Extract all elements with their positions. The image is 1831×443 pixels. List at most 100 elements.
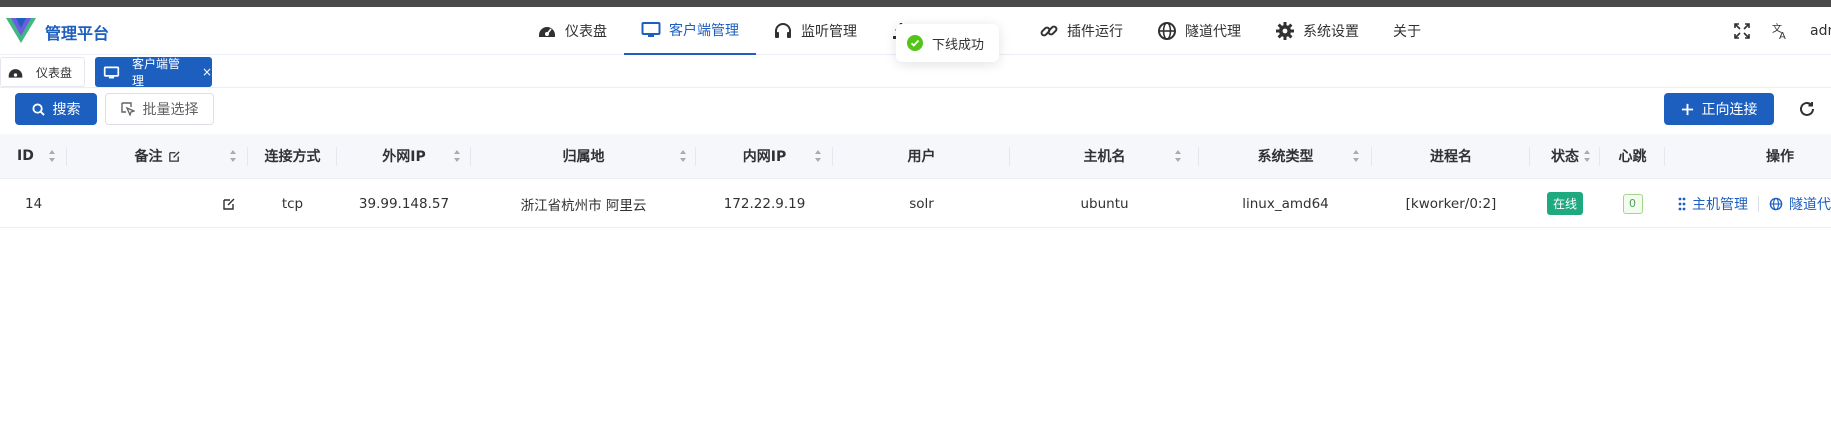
tab-clients[interactable]: 客户端管理 × <box>95 57 212 88</box>
brand-title: 管理平台 <box>45 24 110 43</box>
fullscreen-icon <box>1734 23 1750 39</box>
dashboard-icon <box>8 68 23 78</box>
monitor-icon <box>103 66 120 78</box>
sort-icon[interactable] <box>679 149 687 163</box>
cell-public-ip: 39.99.148.57 <box>358 195 450 212</box>
menu-item-clients[interactable]: 客户端管理 <box>624 7 756 55</box>
edit-icon <box>168 150 180 162</box>
sort-icon[interactable] <box>1352 149 1360 163</box>
refresh-button[interactable] <box>1792 93 1822 125</box>
column-title: 外网IP <box>382 149 426 165</box>
sort-icon[interactable] <box>48 149 56 163</box>
column-title: 进程名 <box>1430 149 1472 165</box>
menu-label: 监听管理 <box>801 24 857 40</box>
fullscreen-button[interactable] <box>1733 7 1751 55</box>
translate-icon: 文A <box>1772 22 1786 40</box>
cell-user: solr <box>909 195 934 212</box>
cell-status: 在线 <box>1530 180 1600 227</box>
user-label: adm <box>1810 23 1831 39</box>
menu-item-settings[interactable]: 系统设置 <box>1258 7 1376 55</box>
tab-label: 客户端管理 <box>131 57 180 88</box>
column-title: 状态 <box>1551 149 1579 165</box>
cell-hostname: ubuntu <box>1080 195 1129 212</box>
sort-icon[interactable] <box>229 149 237 163</box>
column-header-protocol: 连接方式 <box>248 134 337 178</box>
cell-process: [kworker/0:2] <box>1405 195 1497 212</box>
search-button[interactable]: 搜索 <box>15 93 97 125</box>
column-header-status[interactable]: 状态 <box>1530 134 1600 178</box>
sort-icon[interactable] <box>814 149 822 163</box>
toast-message: 下线成功 <box>932 37 985 53</box>
gear-icon <box>1276 22 1294 40</box>
column-title: 内网IP <box>742 149 787 165</box>
sort-icon[interactable] <box>1174 149 1182 163</box>
menu-item-plugins[interactable]: 插件运行 <box>1022 7 1140 55</box>
tab-dashboard[interactable]: 仪表盘 <box>0 57 85 87</box>
column-header-hostname[interactable]: 主机名 <box>1010 134 1199 178</box>
cell-actions: 主机管理 隧道代 <box>1665 180 1831 227</box>
heartbeat-badge: 0 <box>1622 193 1643 214</box>
column-title: 用户 <box>907 149 936 165</box>
language-button[interactable]: 文A <box>1771 7 1789 55</box>
column-title: 连接方式 <box>264 149 321 165</box>
cell-remark <box>67 180 248 227</box>
search-icon <box>31 102 45 116</box>
column-title: 操作 <box>1766 149 1794 165</box>
column-title: 主机名 <box>1083 149 1126 165</box>
menu-label: 客户端管理 <box>669 23 739 39</box>
table-header: ID 备注 连接方式 外网IP 归属地 内网IP 用户 主机名 系统类型 进程名… <box>0 134 1831 179</box>
menu-label: 系统设置 <box>1303 24 1359 40</box>
host-manage-label: 主机管理 <box>1692 196 1748 213</box>
refresh-icon <box>1800 101 1814 116</box>
edit-remark-icon[interactable] <box>222 197 236 211</box>
menu-item-tunnel[interactable]: 隧道代理 <box>1140 7 1258 55</box>
tab-bar: 仪表盘 客户端管理 × <box>0 56 1831 88</box>
tunnel-proxy-label: 隧道代 <box>1789 196 1831 213</box>
column-header-public-ip[interactable]: 外网IP <box>337 134 471 178</box>
column-header-os-type[interactable]: 系统类型 <box>1199 134 1372 178</box>
sort-icon[interactable] <box>1583 149 1591 163</box>
column-header-user: 用户 <box>833 134 1010 178</box>
column-header-process: 进程名 <box>1372 134 1530 178</box>
menu-label: 插件运行 <box>1067 24 1123 40</box>
tunnel-proxy-link[interactable]: 隧道代 <box>1769 194 1831 214</box>
cell-os-type: linux_amd64 <box>1242 195 1329 212</box>
column-title: 心跳 <box>1618 149 1647 165</box>
host-manage-link[interactable]: 主机管理 <box>1678 194 1748 214</box>
connect-label: 正向连接 <box>1701 102 1758 118</box>
column-title: 备注 <box>134 149 163 165</box>
column-header-actions: 操作 <box>1665 134 1831 178</box>
cell-id: 14 <box>25 195 43 212</box>
cell-location: 浙江省杭州市 阿里云 <box>520 197 647 214</box>
link-icon <box>1040 25 1058 37</box>
plus-icon <box>1681 103 1693 115</box>
column-header-location[interactable]: 归属地 <box>471 134 696 178</box>
window-top-strip <box>0 0 1831 7</box>
menu-item-dashboard[interactable]: 仪表盘 <box>520 7 624 55</box>
column-header-id[interactable]: ID <box>0 134 67 178</box>
close-icon[interactable]: × <box>202 65 212 79</box>
forward-connect-button[interactable]: 正向连接 <box>1664 93 1774 125</box>
menu-label: 仪表盘 <box>565 24 607 40</box>
globe-icon <box>1769 197 1783 210</box>
column-header-remark[interactable]: 备注 <box>67 134 248 178</box>
svg-text:A: A <box>1779 31 1786 40</box>
user-menu[interactable]: adm <box>1810 7 1831 55</box>
column-title: ID <box>17 148 34 164</box>
column-header-internal-ip[interactable]: 内网IP <box>696 134 833 178</box>
search-label: 搜索 <box>52 102 81 118</box>
sort-icon[interactable] <box>453 149 461 163</box>
status-badge: 在线 <box>1546 192 1583 215</box>
menu-label: 关于 <box>1393 24 1421 40</box>
batch-select-button[interactable]: 批量选择 <box>105 93 214 125</box>
batch-label: 批量选择 <box>142 102 199 118</box>
globe-icon <box>1158 22 1176 40</box>
column-header-heartbeat: 心跳 <box>1600 134 1665 178</box>
menu-item-about[interactable]: 关于 <box>1376 7 1438 55</box>
cell-internal-ip: 172.22.9.19 <box>723 195 806 212</box>
menu-item-listeners[interactable]: 监听管理 <box>756 7 874 55</box>
monitor-icon <box>641 22 661 37</box>
dashboard-icon <box>539 27 555 37</box>
logo-icon <box>6 18 36 43</box>
grip-icon <box>1678 197 1686 210</box>
